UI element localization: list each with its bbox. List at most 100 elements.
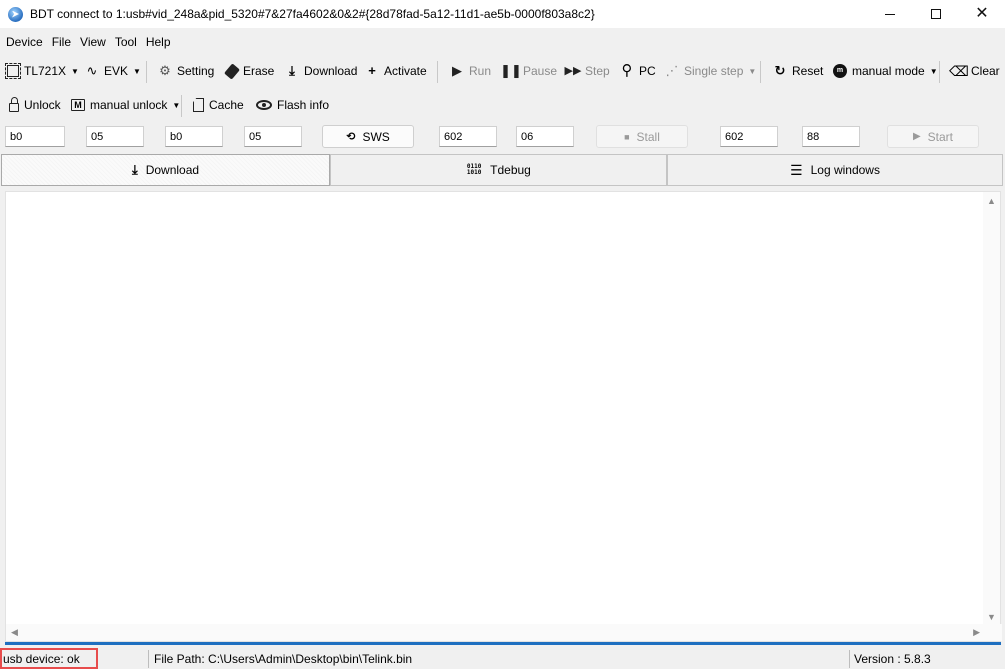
manual-unlock-label: manual unlock bbox=[90, 98, 168, 112]
download-button[interactable]: ⤓ Download bbox=[285, 57, 357, 85]
menu-help[interactable]: Help bbox=[143, 35, 174, 49]
board-select-label: EVK bbox=[104, 64, 129, 78]
field-value-1[interactable]: 05 bbox=[86, 126, 144, 147]
run-label: Run bbox=[469, 64, 492, 78]
start-button[interactable]: ▶ Start bbox=[887, 125, 979, 148]
field-value-2[interactable]: 05 bbox=[244, 126, 302, 147]
menu-file[interactable]: File bbox=[49, 35, 74, 49]
field-addr-4[interactable]: 602 bbox=[720, 126, 778, 147]
pc-button[interactable]: ⚲ PC bbox=[620, 57, 656, 85]
field-addr-2[interactable]: b0 bbox=[165, 126, 223, 147]
manual-mode-icon: m bbox=[833, 64, 847, 78]
menu-view[interactable]: View bbox=[77, 35, 109, 49]
chevron-down-icon: ▼ bbox=[929, 66, 938, 76]
chip-select-label: TL721X bbox=[24, 64, 67, 78]
minimize-button[interactable] bbox=[867, 0, 913, 28]
maximize-button[interactable] bbox=[913, 0, 959, 28]
status-bar: usb device: ok File Path: C:\Users\Admin… bbox=[0, 648, 1005, 669]
eraser-icon bbox=[223, 62, 241, 80]
tab-download-label: Download bbox=[145, 163, 200, 177]
eye-icon bbox=[256, 100, 272, 110]
cache-button[interactable]: Cache bbox=[193, 91, 244, 119]
field-addr-1[interactable]: b0 bbox=[5, 126, 65, 147]
chevron-down-icon: ▼ bbox=[748, 66, 757, 76]
reset-button[interactable]: ↻ Reset bbox=[773, 57, 824, 85]
field-value-4[interactable]: 88 bbox=[802, 126, 860, 147]
scroll-left-icon[interactable]: ◀ bbox=[11, 627, 18, 638]
scroll-right-icon[interactable]: ▶ bbox=[973, 627, 980, 638]
maximize-icon bbox=[931, 9, 941, 19]
tab-tdebug[interactable]: 0110 1010 Tdebug bbox=[330, 154, 667, 186]
download-label: Download bbox=[304, 64, 358, 78]
toolbar-divider bbox=[146, 61, 147, 83]
menu-device[interactable]: Device bbox=[3, 35, 46, 49]
sws-button[interactable]: ⟲ SWS bbox=[322, 125, 414, 148]
tab-bar: ⤓ Download 0110 1010 Tdebug ☰ Log windows bbox=[0, 154, 1005, 186]
flash-info-button[interactable]: Flash info bbox=[256, 91, 329, 119]
mode-select[interactable]: m manual mode ▼ bbox=[833, 57, 938, 85]
flash-info-label: Flash info bbox=[277, 98, 330, 112]
tab-tdebug-label: Tdebug bbox=[490, 163, 531, 177]
setting-label: Setting bbox=[177, 64, 215, 78]
unlock-label: Unlock bbox=[24, 98, 61, 112]
field-addr-3[interactable]: 602 bbox=[439, 126, 497, 147]
close-button[interactable]: ✕ bbox=[959, 0, 1005, 28]
sd-card-icon bbox=[193, 98, 204, 112]
chevron-down-icon: ▼ bbox=[133, 66, 141, 76]
erase-label: Erase bbox=[243, 64, 275, 78]
step-button[interactable]: ▶▶ Step bbox=[565, 57, 610, 85]
single-step-select[interactable]: ⋰ Single step ▼ bbox=[665, 57, 757, 85]
tab-log-windows[interactable]: ☰ Log windows bbox=[667, 154, 1003, 186]
list-icon: ☰ bbox=[790, 161, 803, 178]
sws-label: SWS bbox=[362, 129, 390, 144]
stop-icon: ■ bbox=[624, 131, 630, 142]
mail-icon: M bbox=[71, 99, 85, 111]
run-button[interactable]: ▶ Run bbox=[450, 57, 491, 85]
pause-icon: ❚❚ bbox=[500, 63, 522, 78]
toolbar-divider bbox=[939, 61, 940, 83]
erase-button[interactable]: Erase bbox=[223, 57, 275, 85]
step-label: Step bbox=[585, 64, 610, 78]
play-icon: ▶ bbox=[912, 131, 921, 142]
log-output-area[interactable]: ▲ ▼ ◀ ▶ bbox=[5, 191, 1002, 642]
toolbar-divider bbox=[437, 61, 438, 83]
status-divider bbox=[148, 650, 149, 668]
tab-download[interactable]: ⤓ Download bbox=[1, 154, 330, 186]
usb-status: usb device: ok bbox=[0, 648, 98, 669]
board-select[interactable]: ∿ EVK ▼ bbox=[85, 57, 141, 85]
clear-button[interactable]: ⌫ Clear bbox=[949, 57, 1000, 85]
activate-button[interactable]: + Activate bbox=[365, 57, 427, 85]
stall-label: Stall bbox=[636, 129, 660, 144]
window-title: BDT connect to 1:usb#vid_248a&pid_5320#7… bbox=[30, 7, 595, 21]
progress-line bbox=[5, 642, 1001, 645]
reset-icon: ↻ bbox=[774, 63, 786, 78]
pause-label: Pause bbox=[523, 64, 558, 78]
mode-label: manual mode bbox=[852, 64, 925, 78]
download-icon: ⤓ bbox=[131, 162, 138, 177]
stall-button[interactable]: ■ Stall bbox=[596, 125, 688, 148]
cache-label: Cache bbox=[209, 98, 244, 112]
chevron-down-icon: ▼ bbox=[71, 66, 79, 76]
register-field-row: b0 05 b0 05 ⟲ SWS 602 06 ■ Stall 602 88 … bbox=[0, 124, 1005, 150]
chevron-down-icon: ▼ bbox=[172, 100, 181, 110]
setting-button[interactable]: ⚙ Setting bbox=[158, 57, 214, 85]
search-icon: ⚲ bbox=[621, 62, 633, 79]
field-value-3[interactable]: 06 bbox=[516, 126, 574, 147]
menu-bar: Device File View Tool Help bbox=[0, 31, 174, 52]
vertical-scrollbar[interactable]: ▲ ▼ bbox=[983, 192, 1000, 626]
pc-label: PC bbox=[639, 64, 656, 78]
unlock-button[interactable]: Unlock bbox=[9, 91, 61, 119]
scroll-down-icon[interactable]: ▼ bbox=[987, 612, 996, 622]
activate-label: Activate bbox=[384, 64, 427, 78]
manual-unlock-select[interactable]: M manual unlock ▼ bbox=[71, 91, 180, 119]
menu-tool[interactable]: Tool bbox=[112, 35, 140, 49]
broom-icon: ⌫ bbox=[949, 63, 969, 79]
pause-button[interactable]: ❚❚ Pause bbox=[500, 57, 558, 85]
close-icon: ✕ bbox=[975, 5, 989, 22]
toolbar-divider bbox=[760, 61, 761, 83]
gear-icon: ⚙ bbox=[159, 63, 171, 78]
scroll-up-icon[interactable]: ▲ bbox=[987, 196, 996, 206]
chip-select[interactable]: TL721X ▼ bbox=[5, 57, 79, 85]
horizontal-scrollbar[interactable]: ◀ ▶ bbox=[6, 624, 1002, 641]
title-bar: BDT connect to 1:usb#vid_248a&pid_5320#7… bbox=[0, 0, 1005, 28]
